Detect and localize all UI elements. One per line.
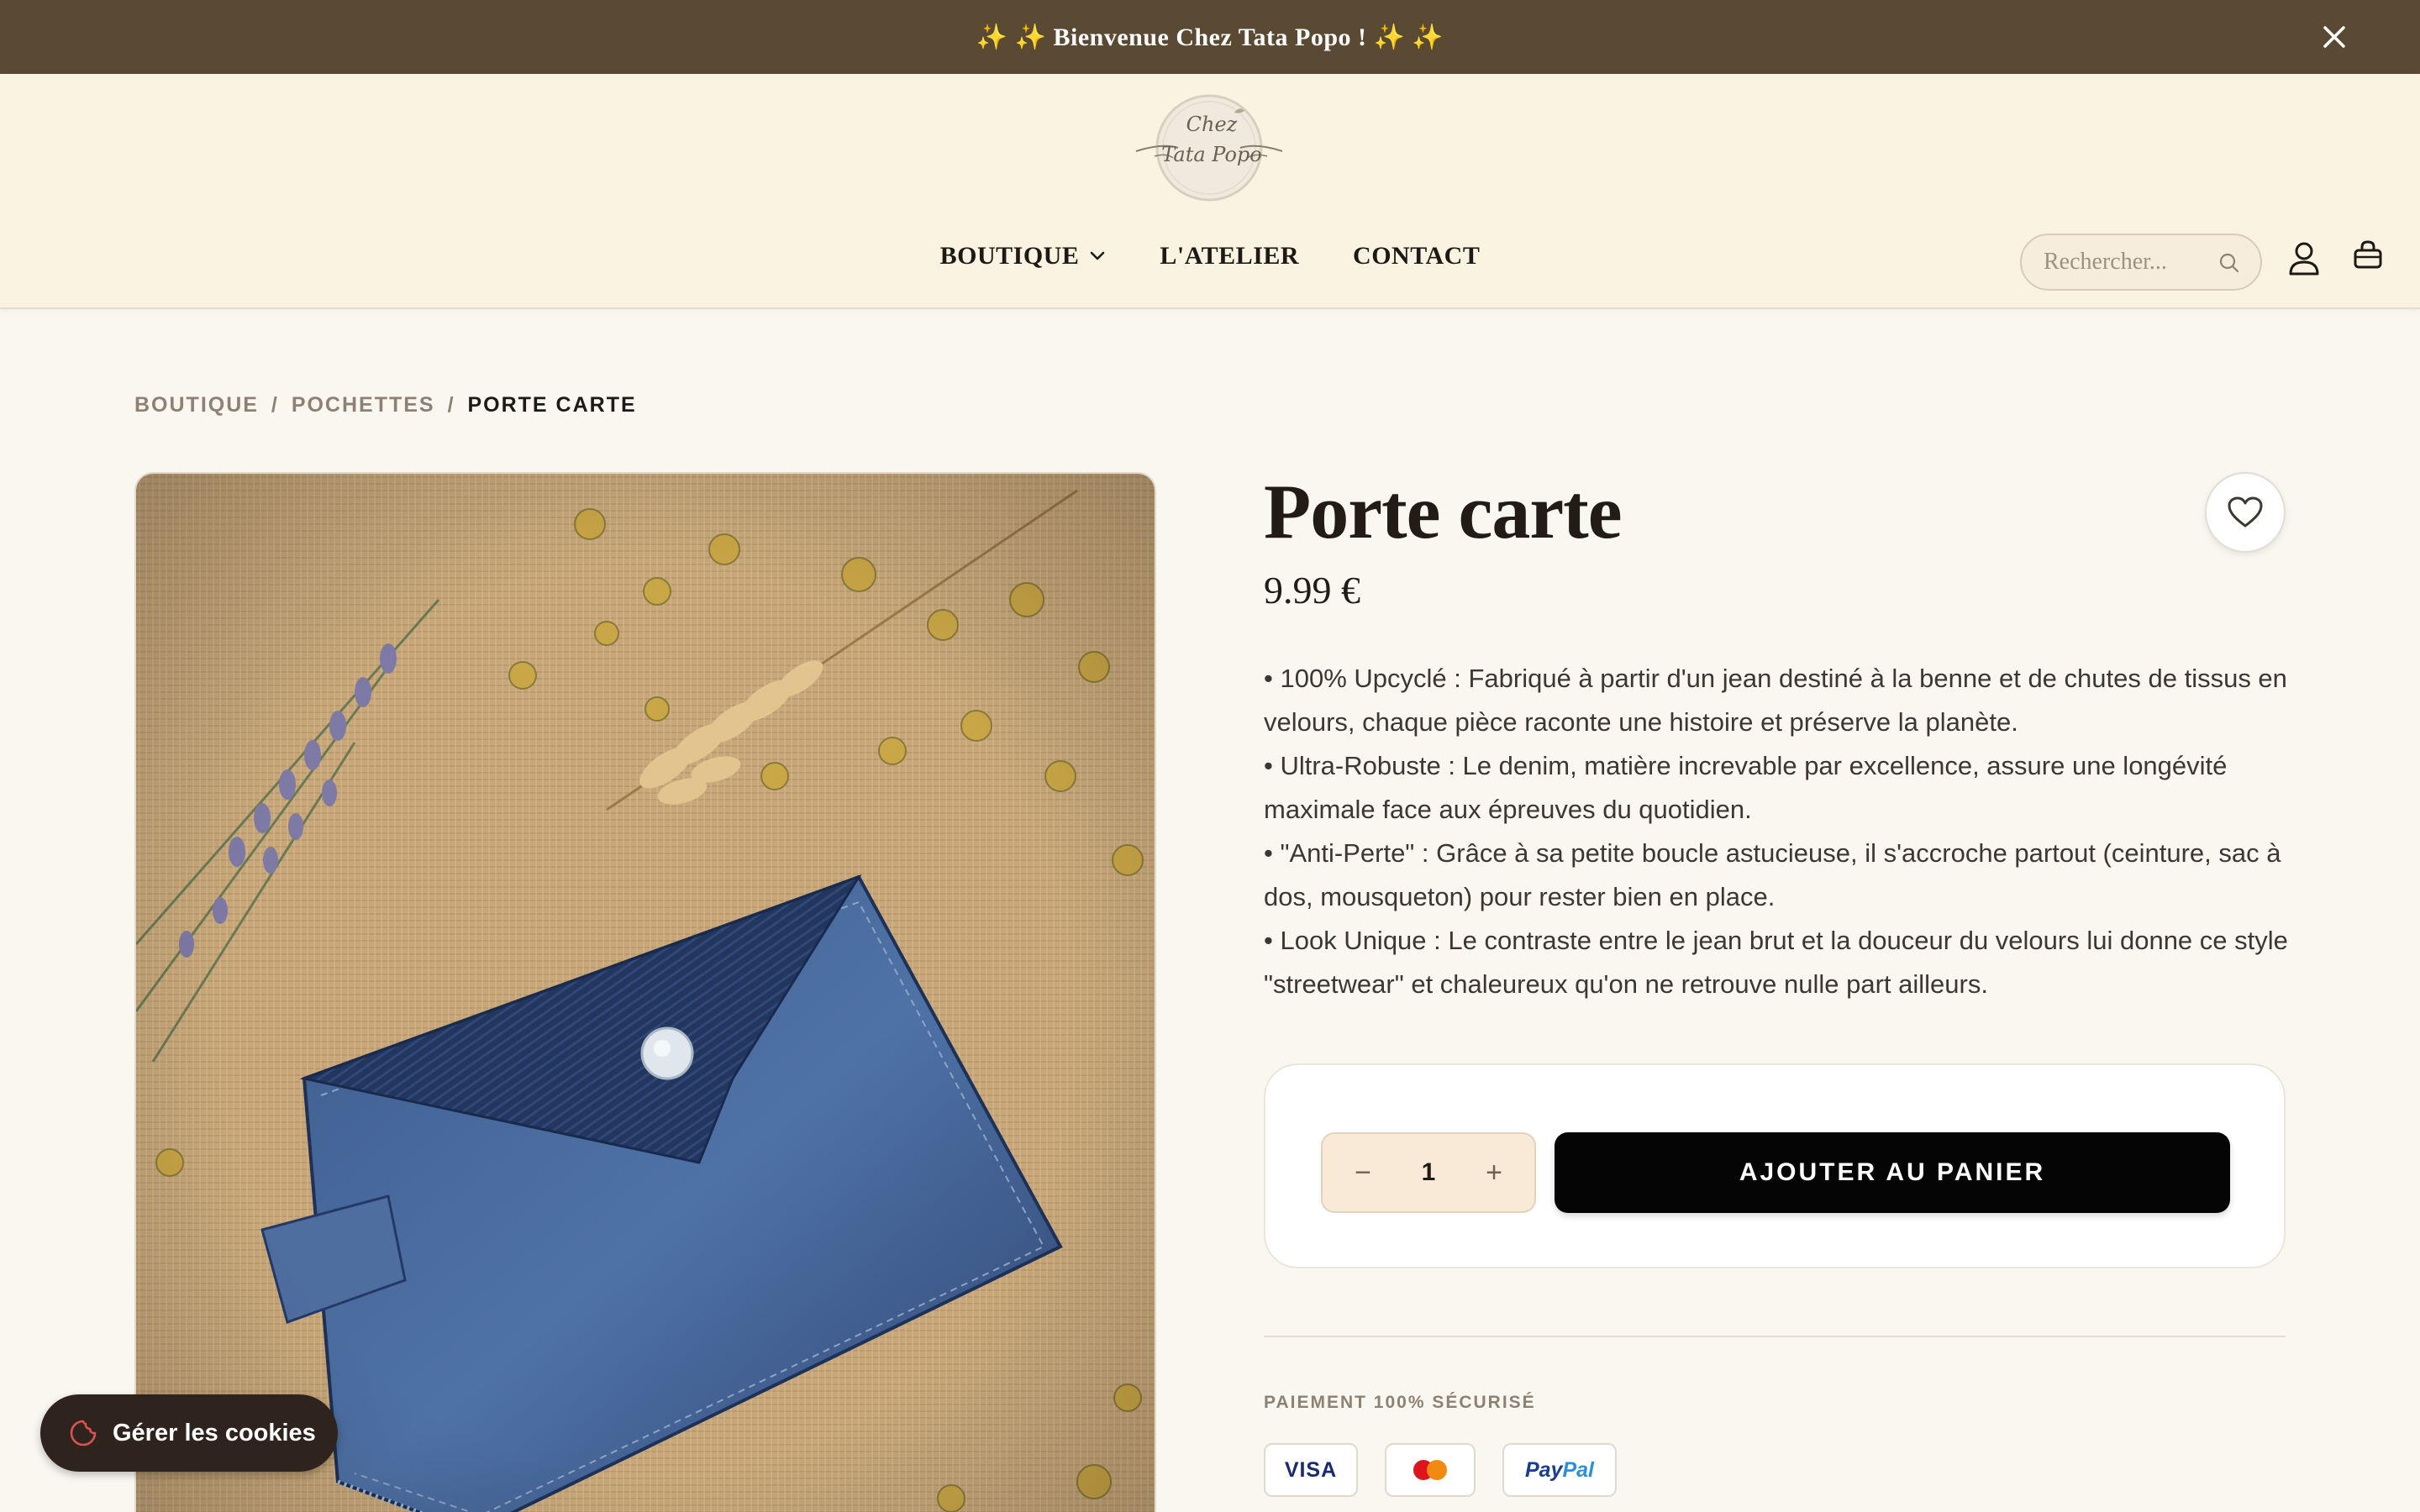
decrement-button[interactable]: − — [1348, 1157, 1378, 1189]
description-line: • Look Unique : Le contraste entre le je… — [1264, 926, 2288, 999]
account-icon[interactable] — [2287, 240, 2321, 277]
breadcrumb-separator: / — [447, 393, 455, 417]
breadcrumb: BOUTIQUE / POCHETTES / PORTE CARTE — [134, 393, 637, 417]
site-header: Chez Tata Popo BOUTIQUE L'ATELIER CONTAC… — [0, 74, 2420, 309]
quantity-stepper: − 1 + — [1321, 1132, 1536, 1213]
product-description: • 100% Upcyclé : Fabriqué à partir d'un … — [1264, 657, 2297, 1006]
mastercard-icon — [1413, 1460, 1447, 1480]
nav-boutique-label: BOUTIQUE — [939, 242, 1080, 270]
nav-boutique[interactable]: BOUTIQUE — [940, 242, 1107, 270]
visa-badge: VISA — [1264, 1443, 1358, 1497]
mastercard-badge — [1385, 1443, 1476, 1497]
logo-text-line1: Chez — [1186, 113, 1238, 136]
nav-contact-label: CONTACT — [1353, 242, 1481, 270]
add-to-cart-button[interactable]: AJOUTER AU PANIER — [1555, 1132, 2230, 1213]
product-price: 9.99 € — [1264, 569, 1360, 612]
breadcrumb-current: PORTE CARTE — [467, 393, 637, 417]
description-line: • Ultra-Robuste : Le denim, matière incr… — [1264, 751, 2228, 824]
close-announcement-button[interactable] — [2316, 18, 2353, 55]
secure-payment-heading: PAIEMENT 100% SÉCURISÉ — [1264, 1393, 1536, 1412]
announcement-text: ✨ ✨ Bienvenue Chez Tata Popo ! ✨ ✨ — [976, 23, 1444, 51]
breadcrumb-pochettes[interactable]: POCHETTES — [292, 393, 435, 417]
announcement-bar: ✨ ✨ Bienvenue Chez Tata Popo ! ✨ ✨ — [0, 0, 2420, 74]
breadcrumb-separator: / — [271, 393, 279, 417]
nav-atelier[interactable]: L'ATELIER — [1160, 242, 1299, 270]
quantity-value[interactable]: 1 — [1422, 1158, 1436, 1187]
paypal-badge: Pay Pal — [1502, 1443, 1617, 1497]
product-title: Porte carte — [1264, 469, 1623, 554]
description-line: • 100% Upcyclé : Fabriqué à partir d'un … — [1264, 664, 2287, 737]
divider — [1264, 1336, 2286, 1337]
cart-icon[interactable] — [2351, 239, 2385, 272]
nav-atelier-label: L'ATELIER — [1160, 242, 1300, 270]
description-line: • "Anti-Perte" : Grâce à sa petite boucl… — [1264, 838, 2281, 911]
close-icon — [2323, 26, 2345, 48]
site-logo[interactable]: Chez Tata Popo — [1129, 92, 1289, 203]
nav-contact[interactable]: CONTACT — [1353, 242, 1480, 270]
logo-text-line2: Tata Popo — [1161, 143, 1261, 166]
heart-icon — [2228, 496, 2263, 528]
manage-cookies-button[interactable]: Gérer les cookies — [40, 1394, 338, 1472]
cookie-icon — [70, 1420, 97, 1446]
manage-cookies-label: Gérer les cookies — [113, 1419, 316, 1446]
search-icon[interactable] — [2218, 252, 2240, 274]
paypal-label-a: Pay — [1524, 1457, 1563, 1482]
paypal-label-b: Pal — [1562, 1457, 1594, 1482]
breadcrumb-boutique[interactable]: BOUTIQUE — [134, 393, 259, 417]
wishlist-button[interactable] — [2205, 472, 2286, 553]
chevron-down-icon — [1091, 251, 1105, 260]
search-box — [2020, 234, 2262, 291]
increment-button[interactable]: + — [1479, 1157, 1509, 1189]
purchase-card: − 1 + AJOUTER AU PANIER — [1264, 1063, 2286, 1268]
visa-label: VISA — [1284, 1457, 1338, 1482]
search-input[interactable] — [2044, 249, 2212, 276]
product-image[interactable] — [134, 472, 1156, 1512]
